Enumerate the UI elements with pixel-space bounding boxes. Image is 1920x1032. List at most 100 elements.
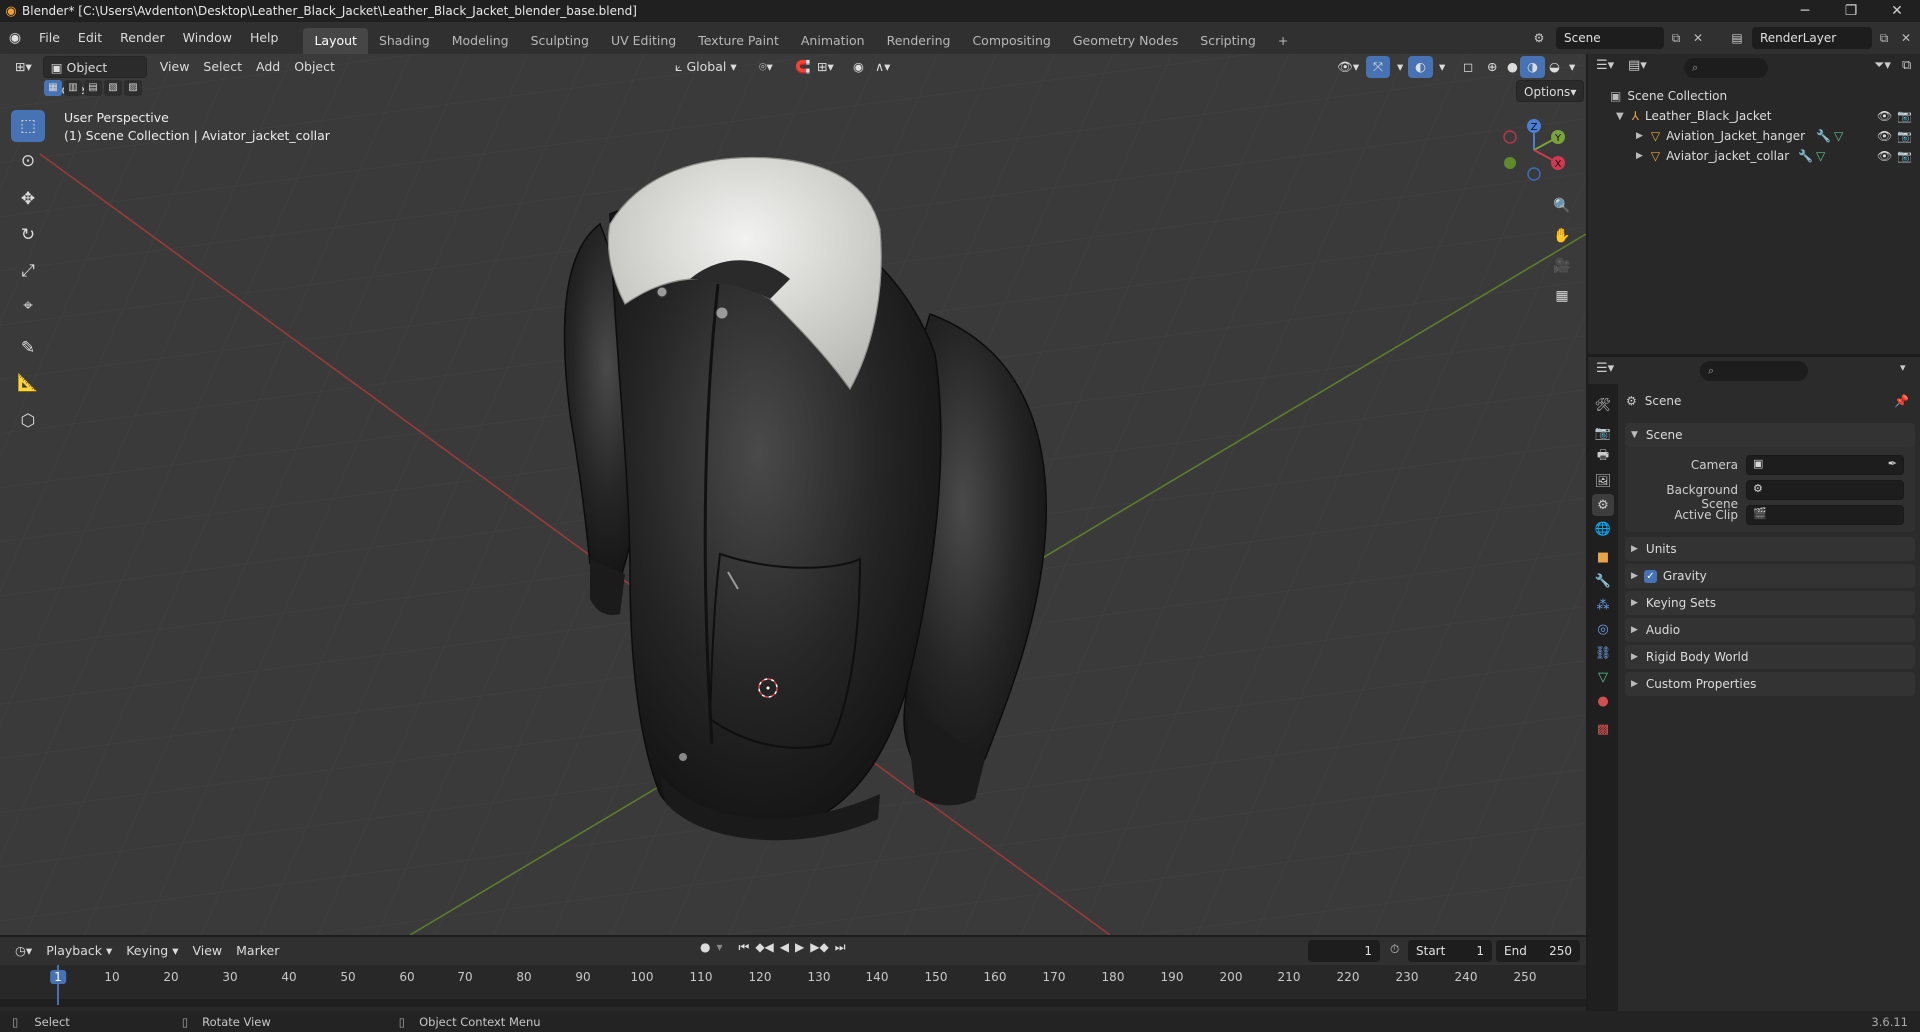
- menu-edit[interactable]: Edit: [69, 22, 111, 54]
- background-scene-field[interactable]: ⚙: [1746, 480, 1904, 500]
- tab-modeling[interactable]: Modeling: [441, 28, 520, 54]
- view-layer-tab-icon[interactable]: 🖼: [1592, 470, 1614, 492]
- tab-sculpting[interactable]: Sculpting: [520, 28, 600, 54]
- navigation-gizmo[interactable]: Z Y X: [1498, 112, 1570, 190]
- mesh-data-icon[interactable]: ▽: [1816, 149, 1825, 163]
- tool-tab-icon[interactable]: 🛠: [1592, 394, 1614, 416]
- outliner-row-object[interactable]: ▶ ▽ Aviation_Jacket_hanger 🔧 ▽ 👁 📷: [1588, 126, 1920, 146]
- add-cube-tool-icon[interactable]: ⬡: [11, 405, 45, 437]
- camera-view-icon[interactable]: 🎥: [1549, 253, 1575, 279]
- 3d-viewport[interactable]: [0, 54, 1586, 935]
- properties-search-input[interactable]: ⌕: [1700, 361, 1808, 381]
- current-frame-field[interactable]: 1: [1308, 940, 1380, 962]
- tab-scripting[interactable]: Scripting: [1189, 28, 1267, 54]
- rotate-tool-icon[interactable]: ↻: [11, 219, 45, 251]
- active-clip-field[interactable]: 🎬: [1746, 505, 1904, 525]
- select-extend-icon[interactable]: ▥: [64, 80, 82, 96]
- properties-editor-type-icon[interactable]: ☰▾: [1596, 361, 1614, 376]
- select-intersect-icon[interactable]: ▨: [124, 80, 142, 96]
- panel-gravity-header[interactable]: ▶ ✓ Gravity: [1625, 564, 1915, 588]
- maximize-button[interactable]: ❐: [1828, 0, 1874, 22]
- scene-browse-icon[interactable]: ⚙: [1524, 27, 1554, 49]
- eyedropper-icon[interactable]: ✒: [1888, 457, 1897, 470]
- jump-end-icon[interactable]: ⏭: [835, 940, 846, 955]
- gravity-checkbox[interactable]: ✓: [1643, 569, 1657, 583]
- scene-new-icon[interactable]: ⧉: [1666, 27, 1686, 49]
- panel-scene-header[interactable]: ▼ Scene: [1625, 423, 1915, 447]
- stopwatch-icon[interactable]: ⏱: [1390, 942, 1399, 957]
- snap-target-icon[interactable]: ⊞▾: [810, 56, 841, 78]
- tab-geometry-nodes[interactable]: Geometry Nodes: [1062, 28, 1189, 54]
- start-frame-field[interactable]: Start 1: [1408, 940, 1492, 962]
- xray-toggle-icon[interactable]: ◻: [1456, 56, 1480, 78]
- menu-window[interactable]: Window: [174, 22, 241, 54]
- eye-icon[interactable]: 👁: [1877, 129, 1892, 143]
- minimize-button[interactable]: ─: [1782, 0, 1828, 22]
- tab-layout[interactable]: Layout: [303, 28, 368, 54]
- pivot-point-icon[interactable]: ⌾▾: [752, 56, 780, 78]
- timeline-editor-type-icon[interactable]: ◷▾: [8, 940, 39, 962]
- prev-keyframe-icon[interactable]: ◆◀: [755, 940, 773, 955]
- panel-rigid-body-world-header[interactable]: ▶ Rigid Body World: [1625, 645, 1915, 669]
- collapse-arrow-icon[interactable]: ▶: [1636, 151, 1643, 161]
- marker-menu[interactable]: Marker: [229, 940, 286, 962]
- camera-render-icon[interactable]: 📷: [1897, 129, 1912, 143]
- tab-texture-paint[interactable]: Texture Paint: [687, 28, 790, 54]
- eye-icon[interactable]: 👁: [1877, 149, 1892, 163]
- overlays-dropdown-icon[interactable]: ▾: [1432, 56, 1452, 78]
- world-tab-icon[interactable]: 🌐: [1592, 518, 1614, 540]
- display-mode-icon[interactable]: ▤▾: [1628, 58, 1647, 73]
- scale-tool-icon[interactable]: ⤢: [11, 255, 45, 287]
- select-box-tool-icon[interactable]: ⬚: [11, 110, 45, 142]
- expand-arrow-icon[interactable]: ▼: [1616, 111, 1624, 122]
- tab-rendering[interactable]: Rendering: [876, 28, 962, 54]
- transform-tool-icon[interactable]: ⌖: [11, 290, 45, 322]
- options-dropdown[interactable]: Options ▾: [1516, 80, 1585, 102]
- new-collection-icon[interactable]: ⧉: [1902, 58, 1911, 73]
- menu-file[interactable]: File: [30, 22, 69, 54]
- gizmo-toggle-icon[interactable]: ⤧: [1366, 56, 1391, 78]
- close-button[interactable]: ✕: [1874, 0, 1920, 22]
- playhead-frame-label[interactable]: 1: [50, 970, 66, 984]
- panel-audio-header[interactable]: ▶ Audio: [1625, 618, 1915, 642]
- transform-orientation-dropdown[interactable]: ⟀ Global ▾: [668, 56, 744, 78]
- outliner-row-collection[interactable]: ▼ ⅄ Leather_Black_Jacket 👁 📷: [1588, 106, 1920, 126]
- end-frame-field[interactable]: End 250: [1496, 940, 1580, 962]
- view-layer-new-icon[interactable]: ⧉: [1874, 27, 1894, 49]
- select-new-icon[interactable]: ▦: [44, 80, 62, 96]
- view-layer-icon[interactable]: ▤: [1722, 27, 1752, 49]
- menu-select[interactable]: Select: [196, 56, 249, 78]
- object-mode-dropdown[interactable]: ▣ Object Mode ▾: [42, 56, 147, 97]
- pin-icon[interactable]: 📌: [1894, 394, 1909, 408]
- cursor-tool-icon[interactable]: ⊙: [11, 145, 45, 177]
- chevron-down-icon[interactable]: ▾: [1900, 361, 1906, 374]
- outliner-row-object[interactable]: ▶ ▽ Aviator_jacket_collar 🔧 ▽ 👁 📷: [1588, 146, 1920, 166]
- scene-delete-icon[interactable]: ✕: [1688, 27, 1708, 49]
- view-layer-field[interactable]: RenderLayer: [1752, 27, 1872, 49]
- data-tab-icon[interactable]: ▽: [1592, 666, 1614, 688]
- filter-icon[interactable]: ⏷▾: [1874, 58, 1891, 73]
- output-tab-icon[interactable]: 🖶: [1592, 446, 1614, 468]
- tab-shading[interactable]: Shading: [368, 28, 441, 54]
- timeline-view-menu[interactable]: View: [185, 940, 229, 962]
- view-layer-delete-icon[interactable]: ✕: [1896, 27, 1916, 49]
- annotate-tool-icon[interactable]: ✎: [11, 332, 45, 364]
- mesh-data-icon[interactable]: ▽: [1834, 129, 1843, 143]
- collapse-arrow-icon[interactable]: ▶: [1636, 131, 1643, 141]
- eye-icon[interactable]: 👁: [1877, 109, 1892, 123]
- camera-render-icon[interactable]: 📷: [1897, 149, 1912, 163]
- render-tab-icon[interactable]: 📷: [1592, 422, 1614, 444]
- playback-menu[interactable]: Playback ▾: [39, 940, 119, 962]
- material-tab-icon[interactable]: ●: [1592, 690, 1614, 712]
- editor-type-icon[interactable]: ⊞▾: [8, 56, 39, 78]
- outliner-editor-type-icon[interactable]: ☰▾: [1596, 58, 1614, 73]
- pan-view-icon[interactable]: ✋: [1549, 223, 1575, 249]
- falloff-icon[interactable]: ∧▾: [868, 56, 897, 78]
- outliner-row-scene-collection[interactable]: ▣ Scene Collection: [1588, 86, 1920, 106]
- camera-render-icon[interactable]: 📷: [1897, 109, 1912, 123]
- menu-render[interactable]: Render: [111, 22, 174, 54]
- modifier-icon[interactable]: 🔧: [1816, 129, 1831, 143]
- tab-uv-editing[interactable]: UV Editing: [600, 28, 687, 54]
- blender-menu-icon[interactable]: ◉: [0, 22, 30, 54]
- modifiers-tab-icon[interactable]: 🔧: [1592, 570, 1614, 592]
